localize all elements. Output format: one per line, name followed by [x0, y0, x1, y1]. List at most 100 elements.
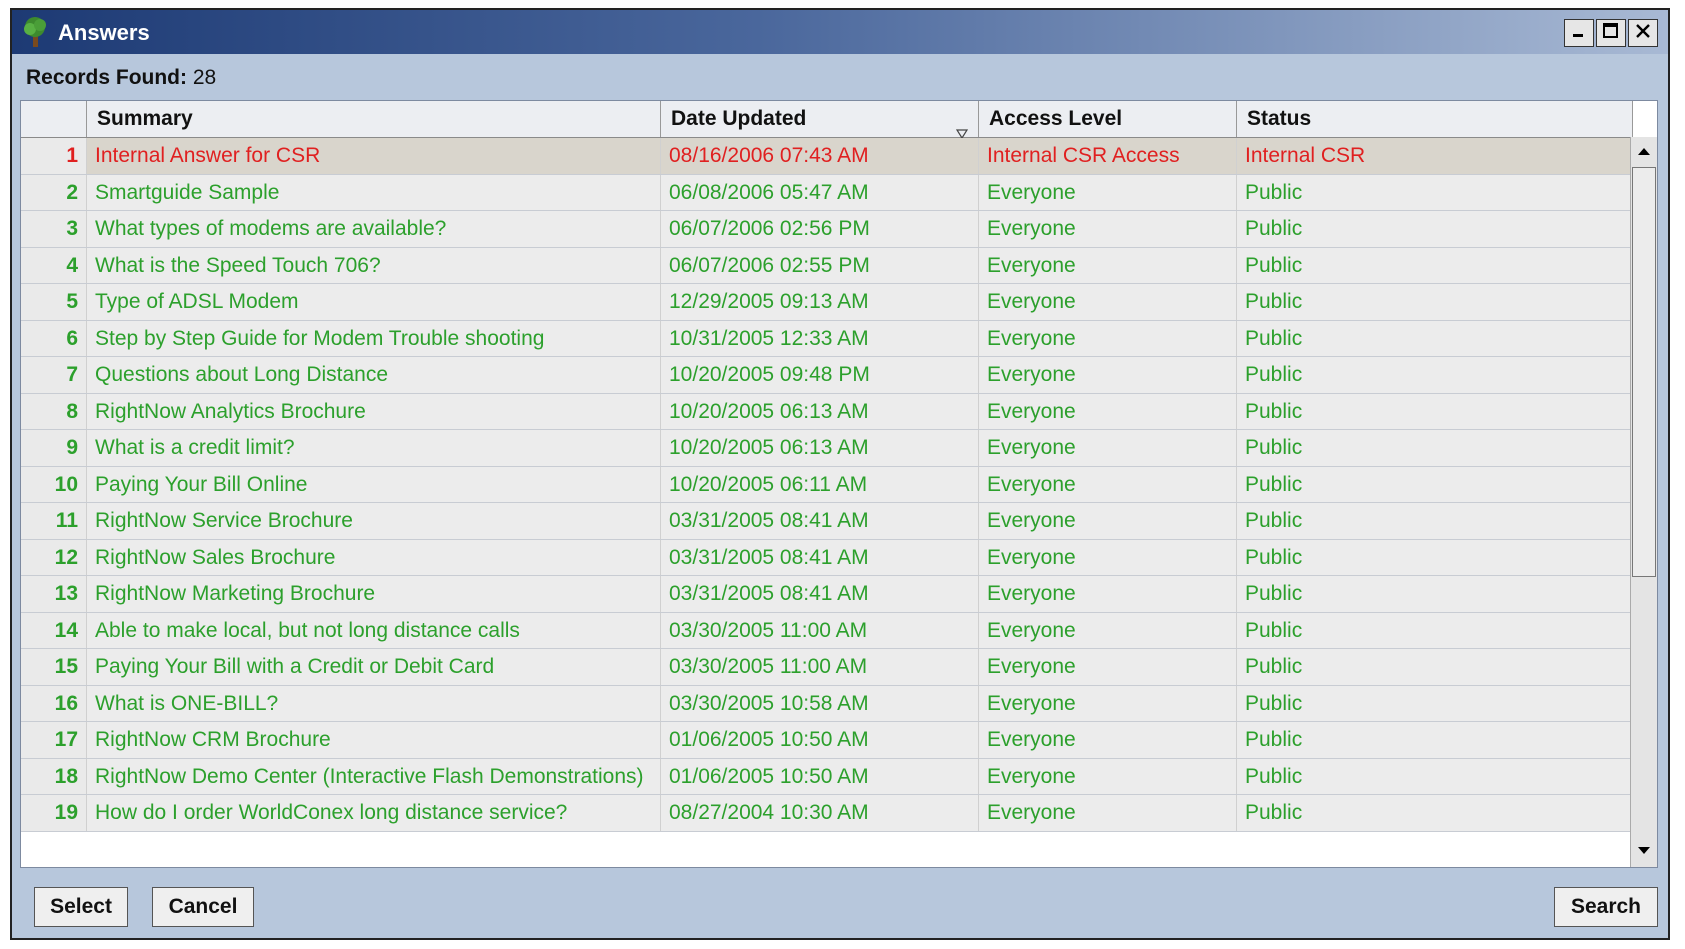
- row-number: 15: [21, 649, 87, 685]
- access-level-cell: Everyone: [979, 685, 1237, 721]
- scrollbar-thumb[interactable]: [1632, 167, 1656, 577]
- date-updated-cell: 03/31/2005 08:41 AM: [661, 539, 979, 575]
- column-status[interactable]: Status: [1237, 101, 1633, 137]
- summary-cell: How do I order WorldConex long distance …: [87, 795, 661, 831]
- arrow-down-icon: [1637, 843, 1651, 861]
- status-cell: Public: [1237, 503, 1633, 539]
- summary-cell: What types of modems are available?: [87, 211, 661, 247]
- row-number: 14: [21, 612, 87, 648]
- status-cell: Public: [1237, 539, 1633, 575]
- maximize-icon: [1602, 22, 1620, 45]
- access-level-cell: Everyone: [979, 576, 1237, 612]
- status-cell: Internal CSR: [1237, 138, 1633, 174]
- access-level-cell: Everyone: [979, 466, 1237, 502]
- table-row[interactable]: 9 What is a credit limit? 10/20/2005 06:13…: [21, 430, 1633, 467]
- summary-cell: What is a credit limit?: [87, 430, 661, 466]
- access-level-cell: Everyone: [979, 649, 1237, 685]
- row-number: 11: [21, 503, 87, 539]
- table-row[interactable]: 3 What types of modems are available? 06/0…: [21, 211, 1633, 248]
- row-number: 1: [21, 138, 87, 174]
- table-row[interactable]: 15 Paying Your Bill with a Credit or Debi…: [21, 649, 1633, 686]
- table-row[interactable]: 12 RightNow Sales Brochure 03/31/2005 08:4…: [21, 539, 1633, 576]
- status-cell: Public: [1237, 758, 1633, 794]
- summary-cell: Internal Answer for CSR: [87, 138, 661, 174]
- access-level-cell: Everyone: [979, 211, 1237, 247]
- date-updated-cell: 03/30/2005 10:58 AM: [661, 685, 979, 721]
- scroll-up-button[interactable]: [1631, 139, 1657, 165]
- column-summary[interactable]: Summary: [87, 101, 661, 137]
- date-updated-cell: 10/20/2005 06:13 AM: [661, 393, 979, 429]
- summary-cell: RightNow Demo Center (Interactive Flash …: [87, 758, 661, 794]
- table-row[interactable]: 14 Able to make local, but not long dista…: [21, 612, 1633, 649]
- date-updated-cell: 03/31/2005 08:41 AM: [661, 576, 979, 612]
- status-cell: Public: [1237, 357, 1633, 393]
- column-access-level[interactable]: Access Level: [979, 101, 1237, 137]
- vertical-scrollbar[interactable]: [1630, 137, 1657, 867]
- table-row[interactable]: 8 RightNow Analytics Brochure 10/20/2005 0…: [21, 393, 1633, 430]
- access-level-cell: Everyone: [979, 758, 1237, 794]
- close-button[interactable]: [1628, 19, 1658, 47]
- summary-cell: Able to make local, but not long distanc…: [87, 612, 661, 648]
- select-button[interactable]: Select: [34, 887, 128, 927]
- column-date-updated-label: Date Updated: [671, 107, 807, 130]
- access-level-cell: Everyone: [979, 612, 1237, 648]
- table-row[interactable]: 7 Questions about Long Distance 10/20/2005…: [21, 357, 1633, 394]
- scroll-down-button[interactable]: [1631, 839, 1657, 865]
- row-number: 10: [21, 466, 87, 502]
- minimize-button[interactable]: [1564, 19, 1594, 47]
- table-row[interactable]: 19 How do I order WorldConex long distanc…: [21, 795, 1633, 832]
- status-cell: Public: [1237, 211, 1633, 247]
- row-number: 18: [21, 758, 87, 794]
- access-level-cell: Everyone: [979, 284, 1237, 320]
- status-cell: Public: [1237, 247, 1633, 283]
- date-updated-cell: 01/06/2005 10:50 AM: [661, 758, 979, 794]
- summary-cell: RightNow Sales Brochure: [87, 539, 661, 575]
- date-updated-cell: 08/16/2006 07:43 AM: [661, 138, 979, 174]
- cancel-button[interactable]: Cancel: [152, 887, 254, 927]
- access-level-cell: Everyone: [979, 503, 1237, 539]
- summary-cell: RightNow Service Brochure: [87, 503, 661, 539]
- access-level-cell: Everyone: [979, 247, 1237, 283]
- date-updated-cell: 06/07/2006 02:56 PM: [661, 211, 979, 247]
- tree-icon: [20, 16, 50, 48]
- table-row[interactable]: 17 RightNow CRM Brochure 01/06/2005 10:50 …: [21, 722, 1633, 759]
- title-bar[interactable]: Answers: [12, 10, 1668, 54]
- close-icon: [1634, 22, 1652, 45]
- status-cell: Public: [1237, 576, 1633, 612]
- summary-cell: RightNow CRM Brochure: [87, 722, 661, 758]
- access-level-cell: Everyone: [979, 357, 1237, 393]
- status-cell: Public: [1237, 722, 1633, 758]
- table-row[interactable]: 18 RightNow Demo Center (Interactive Flas…: [21, 758, 1633, 795]
- table-row[interactable]: 10 Paying Your Bill Online 10/20/2005 06:1…: [21, 466, 1633, 503]
- date-updated-cell: 12/29/2005 09:13 AM: [661, 284, 979, 320]
- row-number: 16: [21, 685, 87, 721]
- summary-cell: RightNow Marketing Brochure: [87, 576, 661, 612]
- table-row[interactable]: 4 What is the Speed Touch 706? 06/07/2006 …: [21, 247, 1633, 284]
- header-row-number: [21, 101, 87, 137]
- table-row[interactable]: 1 Internal Answer for CSR 08/16/2006 07:43…: [21, 138, 1633, 175]
- row-number: 5: [21, 284, 87, 320]
- row-number: 3: [21, 211, 87, 247]
- summary-cell: RightNow Analytics Brochure: [87, 393, 661, 429]
- column-date-updated[interactable]: Date Updated: [661, 101, 979, 140]
- table-row[interactable]: 16 What is ONE-BILL? 03/30/2005 10:58 AM Ev…: [21, 685, 1633, 722]
- maximize-button[interactable]: [1596, 19, 1626, 47]
- access-level-cell: Everyone: [979, 722, 1237, 758]
- table-row[interactable]: 6 Step by Step Guide for Modem Trouble sh…: [21, 320, 1633, 357]
- date-updated-cell: 10/31/2005 12:33 AM: [661, 320, 979, 356]
- access-level-cell: Everyone: [979, 539, 1237, 575]
- table-row[interactable]: 11 RightNow Service Brochure 03/31/2005 08…: [21, 503, 1633, 540]
- status-cell: Public: [1237, 284, 1633, 320]
- table-row[interactable]: 13 RightNow Marketing Brochure 03/31/2005 …: [21, 576, 1633, 613]
- table-row[interactable]: 5 Type of ADSL Modem 12/29/2005 09:13 AM Ev…: [21, 284, 1633, 321]
- summary-cell: Step by Step Guide for Modem Trouble sho…: [87, 320, 661, 356]
- table-row[interactable]: 2 Smartguide Sample 06/08/2006 05:47 AM Eve…: [21, 174, 1633, 211]
- table-body: 1 Internal Answer for CSR 08/16/2006 07:43…: [21, 138, 1633, 832]
- status-cell: Public: [1237, 393, 1633, 429]
- row-number: 8: [21, 393, 87, 429]
- records-found: Records Found: 28: [26, 66, 216, 90]
- summary-cell: Paying Your Bill Online: [87, 466, 661, 502]
- status-cell: Public: [1237, 649, 1633, 685]
- summary-cell: Type of ADSL Modem: [87, 284, 661, 320]
- search-button[interactable]: Search: [1554, 887, 1658, 927]
